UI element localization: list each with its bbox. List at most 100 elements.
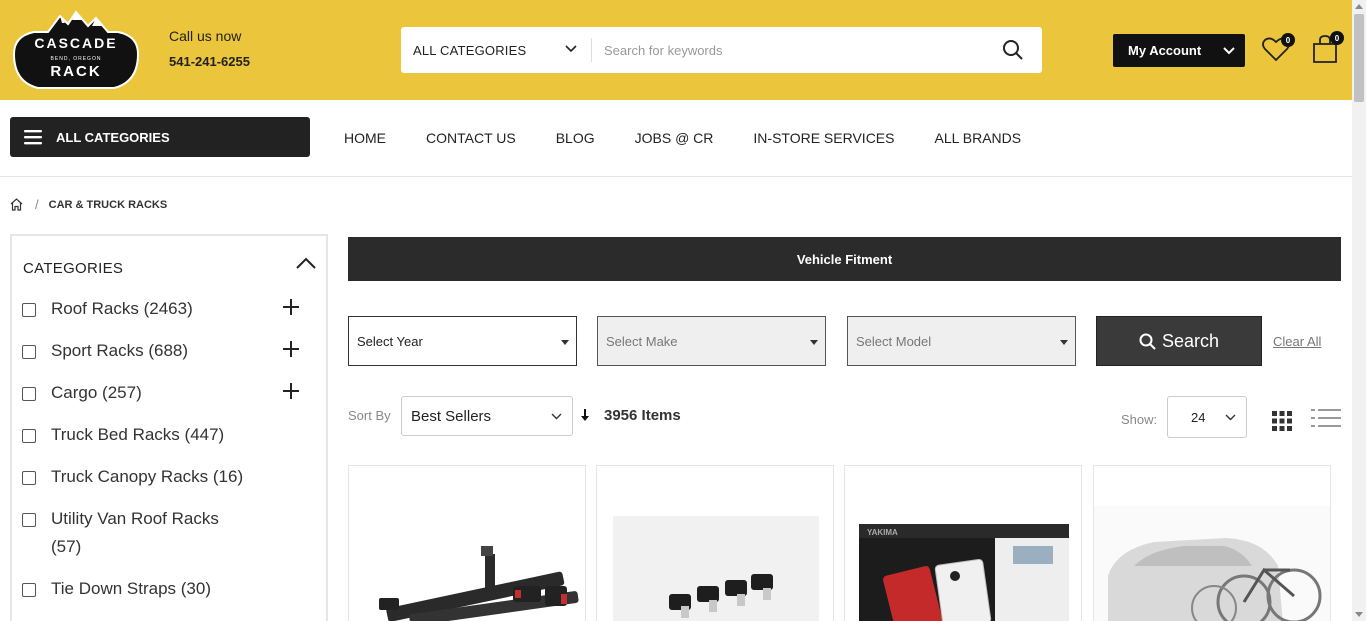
- sort-select-value: Best Sellers: [411, 407, 492, 425]
- nav-in-store-services[interactable]: IN-STORE SERVICES: [753, 130, 894, 146]
- sort-by-label: Sort By: [348, 408, 391, 423]
- my-account-label: My Account: [1128, 43, 1202, 58]
- category-item-truck-canopy-racks[interactable]: Truck Canopy Racks (16): [22, 467, 244, 491]
- product-card[interactable]: [596, 465, 834, 621]
- home-icon[interactable]: [10, 198, 23, 211]
- category-label: Cargo: [51, 383, 98, 402]
- menu-icon: [24, 130, 42, 145]
- per-page-value: 24: [1191, 409, 1206, 425]
- category-count: (30): [180, 579, 211, 598]
- list-view-icon[interactable]: [1311, 408, 1341, 428]
- phone-number[interactable]: 541-241-6255: [169, 54, 250, 69]
- search-category-select[interactable]: ALL CATEGORIES: [401, 27, 591, 73]
- category-label: Roof Racks: [51, 299, 139, 318]
- select-model[interactable]: Select Model: [847, 316, 1076, 366]
- category-count: (447): [184, 425, 225, 444]
- category-checkbox[interactable]: [22, 471, 36, 485]
- bike-hitch-rack-image: [379, 546, 579, 621]
- nav-all-brands[interactable]: ALL BRANDS: [934, 130, 1021, 146]
- category-item-utility-van-roof-racks[interactable]: Utility Van Roof Racks (57): [22, 509, 282, 561]
- select-model-value: Select Model: [856, 333, 932, 349]
- search-icon: [1139, 333, 1156, 350]
- select-year-value: Select Year: [357, 333, 423, 349]
- scroll-thumb[interactable]: [1354, 14, 1364, 102]
- chevron-down-icon: [565, 45, 577, 53]
- nav-divider: [0, 176, 1352, 177]
- category-count: (688): [148, 341, 189, 360]
- nav-home[interactable]: HOME: [344, 130, 386, 146]
- fitment-search-button[interactable]: Search: [1096, 316, 1262, 366]
- select-year[interactable]: Select Year: [348, 316, 577, 366]
- product-card[interactable]: [1093, 465, 1331, 621]
- logo-text-top: CASCADE: [34, 35, 117, 51]
- select-make[interactable]: Select Make: [597, 316, 826, 366]
- cart-button[interactable]: 0: [1311, 31, 1344, 66]
- category-item-truck-bed-racks[interactable]: Truck Bed Racks (447): [22, 425, 225, 449]
- vehicle-fitment-header: Vehicle Fitment: [348, 237, 1341, 281]
- item-count: 3956 Items: [604, 407, 681, 424]
- scroll-down-arrow[interactable]: [1355, 612, 1363, 617]
- truck-bed-cargo-image: YAKIMA: [859, 524, 1069, 621]
- category-item-tie-down-straps[interactable]: Tie Down Straps (30): [22, 579, 211, 603]
- sort-direction-icon[interactable]: [580, 408, 590, 422]
- category-checkbox[interactable]: [22, 583, 36, 597]
- contact-info: Call us now 541-241-6255: [169, 28, 250, 69]
- per-page-select[interactable]: 24: [1167, 396, 1247, 438]
- category-label: Truck Bed Racks: [51, 425, 180, 444]
- category-count: (2463): [143, 299, 193, 318]
- category-checkbox[interactable]: [22, 303, 36, 317]
- my-account-button[interactable]: My Account: [1113, 34, 1245, 67]
- category-checkbox[interactable]: [22, 387, 36, 401]
- product-card[interactable]: [348, 465, 586, 621]
- nav-contact-us[interactable]: CONTACT US: [426, 130, 516, 146]
- car-bike-rack-image: [1094, 506, 1330, 621]
- chevron-down-icon: [551, 413, 562, 420]
- wishlist-count-badge: 0: [1281, 33, 1295, 47]
- show-label: Show:: [1121, 412, 1158, 427]
- expand-sport-racks-icon[interactable]: [283, 341, 299, 357]
- chevron-up-icon[interactable]: [296, 256, 316, 270]
- grid-view-icon[interactable]: [1272, 411, 1292, 431]
- category-label: Sport Racks: [51, 341, 144, 360]
- call-label: Call us now: [169, 28, 242, 44]
- top-header: CASCADE BEND, OREGON RACK Call us now 54…: [0, 0, 1352, 100]
- category-item-sport-racks[interactable]: Sport Racks (688): [22, 341, 189, 365]
- breadcrumb-current[interactable]: CAR & TRUCK RACKS: [49, 199, 168, 211]
- category-label: Tie Down Straps: [51, 579, 177, 598]
- category-checkbox[interactable]: [22, 429, 36, 443]
- category-checkbox[interactable]: [22, 345, 36, 359]
- search-divider: [591, 38, 592, 62]
- search-input[interactable]: [604, 27, 984, 73]
- chevron-down-icon: [1223, 47, 1235, 55]
- clear-all-link[interactable]: Clear All: [1273, 334, 1321, 349]
- main-nav: HOME CONTACT US BLOG JOBS @ CR IN-STORE …: [344, 130, 1061, 146]
- fitment-search-label: Search: [1161, 330, 1220, 351]
- category-item-cargo[interactable]: Cargo (257): [22, 383, 142, 407]
- chevron-down-icon: [1225, 414, 1236, 421]
- scroll-up-arrow[interactable]: [1355, 4, 1363, 9]
- wishlist-button[interactable]: 0: [1262, 33, 1295, 64]
- dropdown-arrow-icon: [1060, 340, 1068, 345]
- page-scrollbar[interactable]: [1352, 0, 1366, 621]
- expand-cargo-icon[interactable]: [283, 383, 299, 399]
- search-bar: ALL CATEGORIES: [401, 27, 1042, 73]
- search-icon[interactable]: [1002, 39, 1024, 61]
- breadcrumb-separator: /: [35, 197, 39, 212]
- cascade-rack-logo[interactable]: CASCADE BEND, OREGON RACK: [10, 10, 142, 90]
- nav-jobs[interactable]: JOBS @ CR: [635, 130, 714, 146]
- sort-select[interactable]: Best Sellers: [401, 396, 573, 436]
- dropdown-arrow-icon: [561, 340, 569, 345]
- category-count: (16): [212, 467, 244, 486]
- expand-roof-racks-icon[interactable]: [283, 299, 299, 315]
- cart-count-badge: 0: [1330, 31, 1344, 45]
- rack-mount-hardware-image: [613, 516, 819, 621]
- category-checkbox[interactable]: [22, 513, 36, 527]
- all-categories-button[interactable]: ALL CATEGORIES: [10, 117, 310, 157]
- category-label: Truck Canopy Racks: [51, 467, 209, 486]
- logo-text-middle: BEND, OREGON: [51, 56, 102, 62]
- select-make-value: Select Make: [606, 333, 678, 349]
- product-card[interactable]: YAKIMA: [844, 465, 1082, 621]
- category-item-roof-racks[interactable]: Roof Racks (2463): [22, 299, 193, 323]
- nav-blog[interactable]: BLOG: [556, 130, 595, 146]
- category-count: (257): [102, 383, 142, 402]
